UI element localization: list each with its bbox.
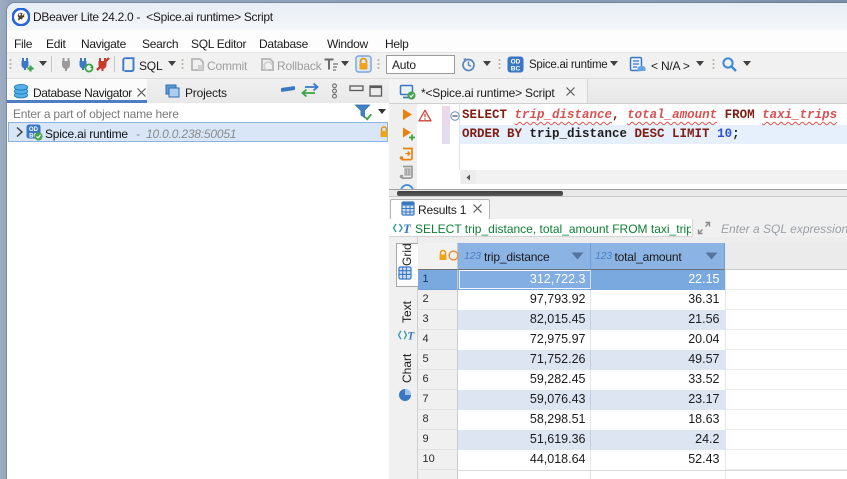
svg-text:OD: OD: [511, 59, 521, 66]
svg-text:BC: BC: [511, 66, 521, 73]
svg-text:T: T: [407, 331, 415, 342]
svg-text:T: T: [403, 221, 411, 235]
svg-text:OD: OD: [29, 127, 39, 133]
